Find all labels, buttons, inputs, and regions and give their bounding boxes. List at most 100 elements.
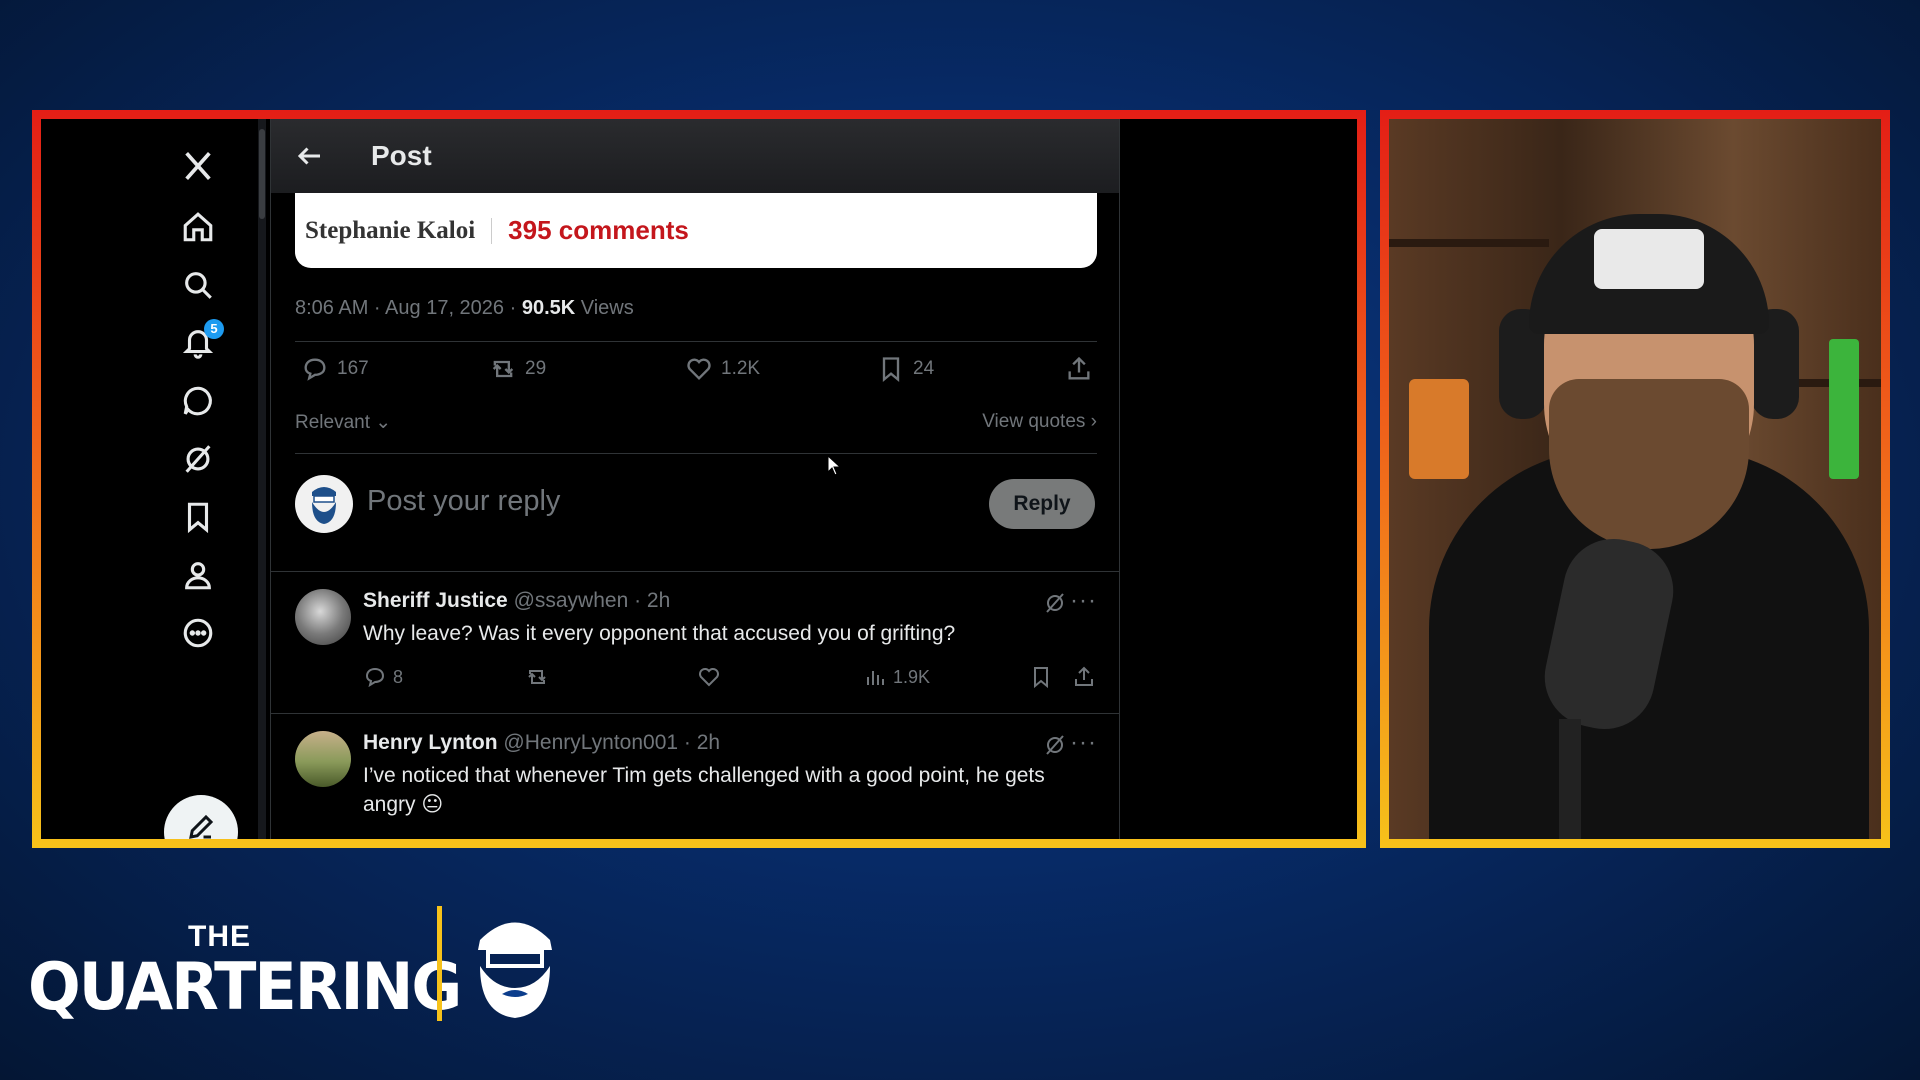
avatar[interactable]	[295, 589, 351, 645]
arrow-left-icon	[297, 147, 320, 165]
post-header: Post	[271, 119, 1119, 193]
divider	[271, 571, 1119, 572]
mouse-cursor-icon	[827, 454, 843, 482]
tweet-author-name[interactable]: Henry Lynton	[363, 731, 498, 754]
more-options-icon[interactable]: ···	[1070, 587, 1097, 615]
like-action[interactable]	[697, 665, 721, 689]
shelf	[1389, 239, 1549, 247]
cap-logo-icon	[1594, 229, 1704, 289]
tweet-header: Sheriff Justice @ssaywhen · 2h	[363, 589, 670, 613]
card-comments-link[interactable]: 395 comments	[508, 215, 689, 246]
comment-icon	[304, 358, 326, 381]
repost-action[interactable]	[525, 665, 549, 689]
tweet-author-handle: @HenryLynton001 · 2h	[503, 731, 721, 754]
tweet-header: Henry Lynton @HenryLynton001 · 2h	[363, 731, 720, 755]
card-author: Stephanie Kaloi	[305, 216, 476, 244]
home-icon[interactable]	[178, 207, 218, 247]
profile-icon[interactable]	[178, 555, 218, 595]
bookmark-action[interactable]	[1029, 665, 1053, 689]
repost-icon	[528, 670, 546, 684]
view-quotes-label: View quotes	[982, 411, 1086, 432]
post-column: Post Stephanie Kaloi 395 comments 8:06 A…	[270, 119, 1120, 839]
shelf-item	[1409, 379, 1469, 479]
reply-tweet[interactable]: Henry Lynton @HenryLynton001 · 2h ··· I’…	[271, 715, 1119, 839]
bookmark-action[interactable]: 24	[877, 355, 934, 383]
bookmark-count: 24	[913, 358, 935, 379]
notifications-badge: 5	[204, 319, 224, 339]
share-icon	[1068, 356, 1090, 380]
tweet-author-name[interactable]: Sheriff Justice	[363, 589, 508, 612]
chevron-down-icon: ⌄	[375, 412, 392, 433]
like-count: 1.2K	[721, 358, 761, 379]
post-actions: 167 29 1.2K 24	[295, 355, 1097, 395]
avatar	[295, 475, 353, 533]
sidebar-scrollbar[interactable]	[258, 119, 266, 839]
messages-icon[interactable]	[178, 381, 218, 421]
shelf-item	[1829, 339, 1859, 479]
browser-screen: 5 Post Stephanie Kaloi 395 comments 8:06…	[41, 119, 1357, 839]
post-timestamp: 8:06 AM · Aug 17, 2026 ·	[295, 297, 522, 319]
compose-icon	[189, 814, 214, 839]
reply-action[interactable]: 8	[363, 665, 403, 689]
tweet-text: I’ve noticed that whenever Tim gets chal…	[363, 764, 1045, 816]
reply-count: 8	[393, 666, 404, 687]
left-sidebar: 5	[41, 119, 263, 839]
reply-button[interactable]: Reply	[989, 479, 1095, 529]
post-meta: 8:06 AM · Aug 17, 2026 · 90.5K Views	[295, 297, 634, 320]
search-icon[interactable]	[178, 265, 218, 305]
more-icon[interactable]	[178, 613, 218, 653]
bookmark-icon	[1034, 667, 1048, 689]
view-quotes-link[interactable]: View quotes ›	[982, 411, 1097, 433]
compose-button[interactable]	[164, 795, 238, 839]
bell-icon[interactable]: 5	[178, 319, 224, 363]
reply-count: 167	[337, 358, 369, 379]
view-count: 1.9K	[893, 666, 931, 687]
x-logo-icon[interactable]	[178, 146, 218, 186]
webcam-view	[1389, 119, 1881, 839]
article-card[interactable]: Stephanie Kaloi 395 comments	[295, 193, 1097, 268]
repost-count: 29	[525, 358, 547, 379]
reply-input[interactable]: Post your reply	[367, 485, 560, 518]
mic-stand	[1559, 719, 1581, 839]
views-action[interactable]: 1.9K	[863, 665, 930, 689]
more-options-icon[interactable]: ···	[1070, 729, 1097, 757]
divider	[295, 453, 1097, 454]
grok-icon[interactable]	[178, 439, 218, 479]
share-action[interactable]	[1072, 665, 1096, 689]
analytics-icon	[867, 671, 884, 685]
avatar[interactable]	[295, 731, 351, 787]
screen-share-frame: 5 Post Stephanie Kaloi 395 comments 8:06…	[32, 110, 1366, 848]
tweet-actions: 8 1.9K	[363, 665, 1098, 695]
reply-tweet[interactable]: Sheriff Justice @ssaywhen · 2h ··· Why l…	[271, 573, 1119, 711]
heart-icon	[687, 358, 711, 380]
share-icon	[1075, 666, 1093, 686]
tweet-author-handle: @ssaywhen · 2h	[513, 589, 671, 612]
back-button[interactable]	[295, 141, 325, 171]
card-separator	[491, 217, 493, 244]
webcam-frame	[1380, 110, 1890, 848]
repost-icon	[492, 360, 514, 378]
like-action[interactable]: 1.2K	[685, 355, 760, 383]
sort-label: Relevant	[295, 412, 370, 433]
tweet-text: Why leave? Was it every opponent that ac…	[363, 622, 956, 645]
reply-composer: Post your reply Reply	[295, 473, 1097, 535]
grok-icon[interactable]	[1043, 733, 1067, 762]
webcam-feed	[1389, 119, 1881, 839]
heart-icon	[699, 668, 719, 687]
share-action[interactable]	[1065, 355, 1093, 383]
divider	[295, 341, 1097, 342]
bookmark-icon	[882, 357, 900, 382]
bearded-face-icon	[470, 910, 560, 1020]
bookmark-icon[interactable]	[178, 497, 218, 537]
brand-divider	[437, 906, 442, 1021]
reply-action[interactable]: 167	[301, 355, 369, 383]
comment-icon	[365, 667, 385, 688]
grok-icon[interactable]	[1043, 591, 1067, 620]
bearded-face-icon	[312, 487, 336, 524]
brand-name: QUARTERING	[28, 948, 462, 1025]
repost-action[interactable]: 29	[489, 355, 546, 383]
page-title: Post	[371, 140, 432, 171]
divider	[271, 713, 1119, 714]
chevron-right-icon: ›	[1090, 411, 1097, 432]
sort-dropdown[interactable]: Relevant ⌄	[295, 411, 391, 434]
